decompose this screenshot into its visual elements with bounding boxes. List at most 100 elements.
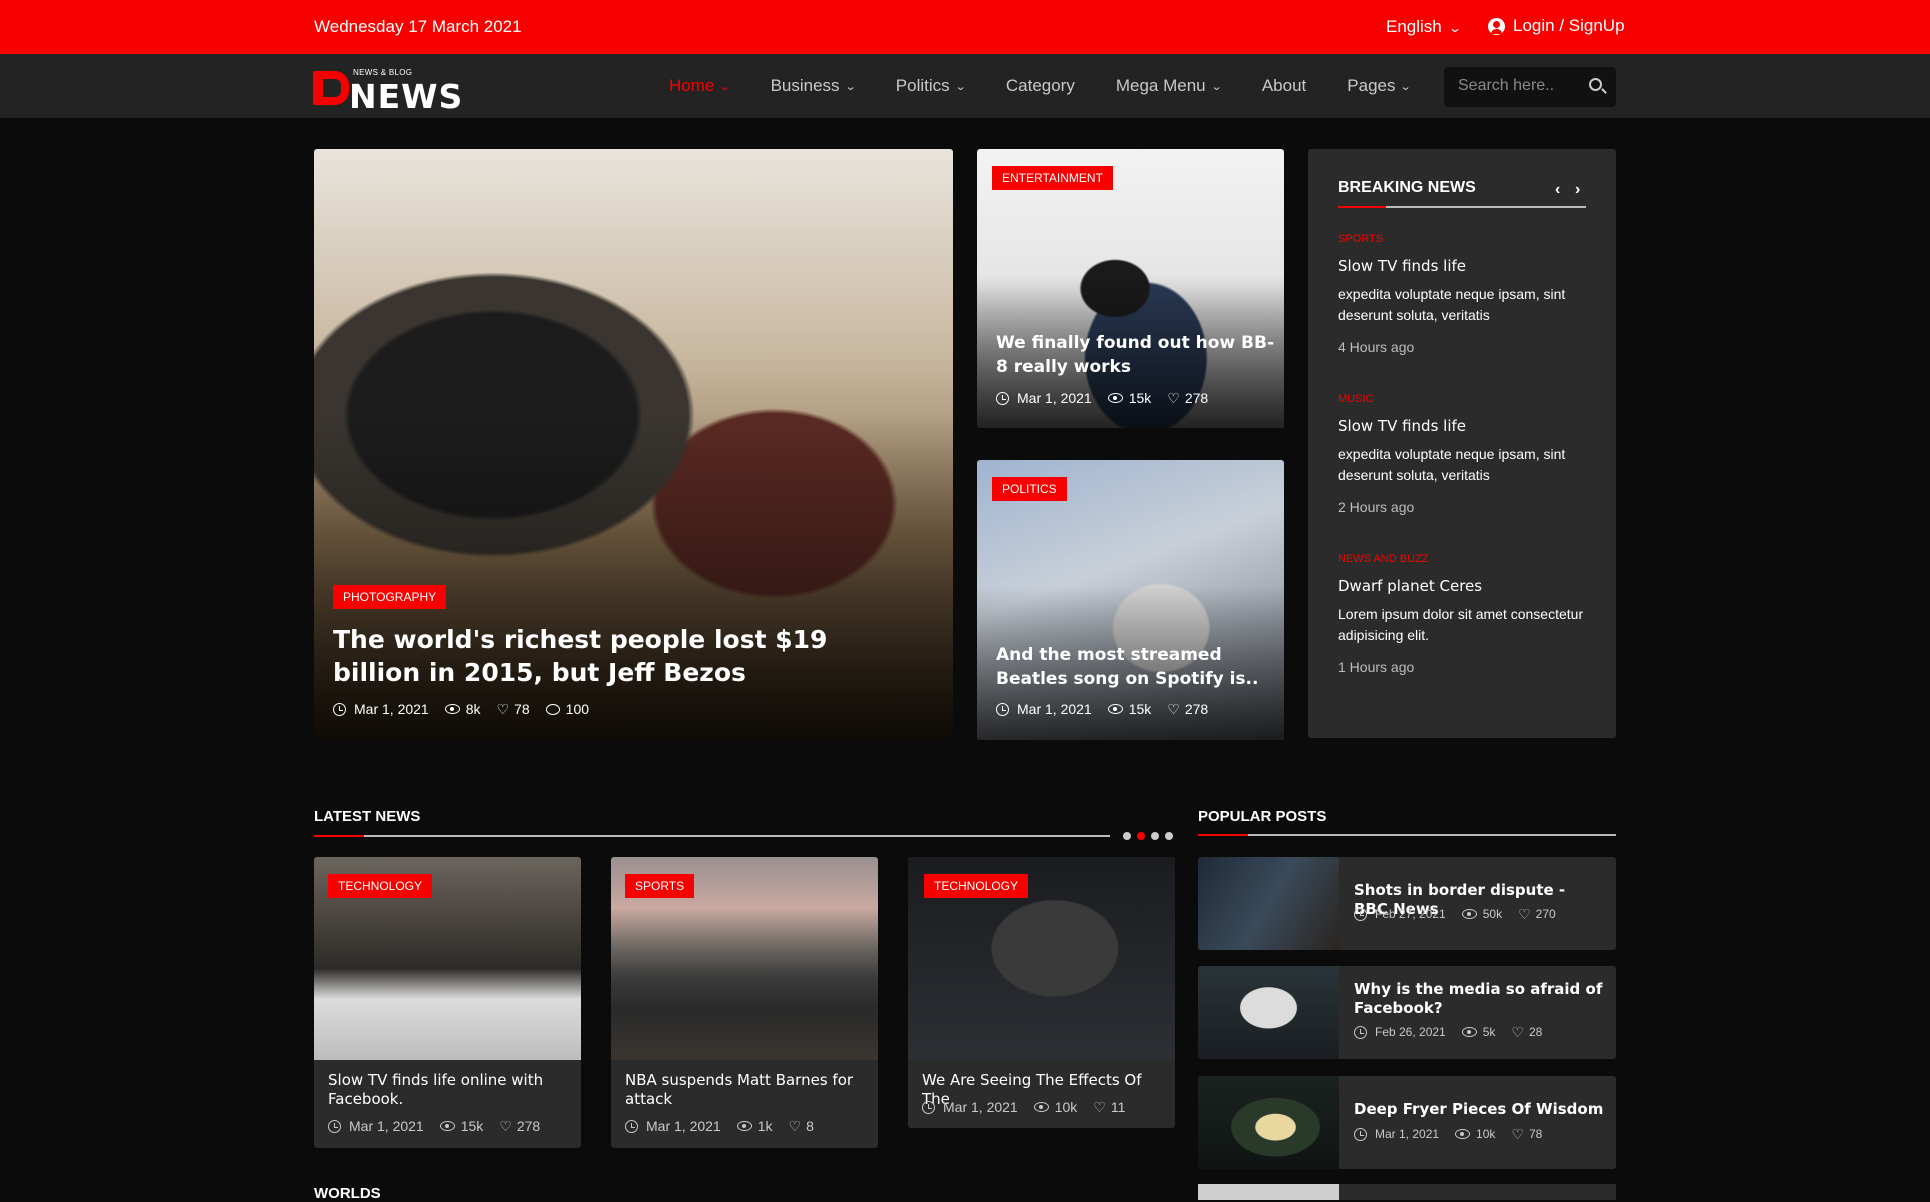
popular-post-item[interactable]: [1339, 1184, 1616, 1200]
popular-post-title[interactable]: Deep Fryer Pieces Of Wisdom: [1354, 1100, 1604, 1119]
date-text: Mar 1, 2021: [1017, 390, 1092, 406]
nav-item-home[interactable]: Home ⌄: [669, 76, 731, 96]
post-comments: 100: [545, 701, 590, 717]
post-views: 1k: [736, 1118, 773, 1134]
category-badge[interactable]: ENTERTAINMENT: [992, 166, 1113, 190]
nav-item-pages[interactable]: Pages ⌄: [1347, 76, 1412, 96]
popular-post-item[interactable]: Why is the media so afraid of Facebook? …: [1198, 966, 1616, 1059]
popular-post-item[interactable]: Deep Fryer Pieces Of Wisdom Mar 1, 2021 …: [1198, 1076, 1616, 1169]
breaking-item[interactable]: MUSIC Slow TV finds life expedita volupt…: [1338, 393, 1588, 515]
chevron-left-icon[interactable]: ‹: [1555, 181, 1560, 199]
views-text: 15k: [1128, 701, 1152, 717]
date-text: Mar 1, 2021: [354, 701, 429, 717]
nav-item-politics[interactable]: Politics ⌄: [895, 76, 967, 96]
language-selector[interactable]: English ⌄: [1386, 17, 1462, 37]
post-meta: Mar 1, 2021 8k ♡ 78 100: [333, 701, 601, 717]
card-title[interactable]: NBA suspends Matt Barnes for attack: [625, 1071, 865, 1109]
post-thumbnail[interactable]: [1198, 966, 1339, 1059]
nav-menu: Home ⌄ Business ⌄ Politics ⌄ Category Mega …: [669, 76, 1452, 96]
search-box: [1444, 67, 1616, 107]
category-badge[interactable]: TECHNOLOGY: [328, 874, 433, 898]
nav-label: Politics: [895, 76, 950, 95]
breaking-category[interactable]: MUSIC: [1338, 393, 1588, 405]
carousel-dot-active[interactable]: [1137, 832, 1145, 840]
breaking-item[interactable]: NEWS AND BUZZ Dwarf planet Ceres Lorem i…: [1338, 553, 1588, 675]
post-likes: ♡ 278: [1167, 390, 1208, 406]
eye-icon: [736, 1121, 752, 1131]
hero-main-title[interactable]: The world's richest people lost $19 bill…: [333, 623, 893, 689]
date-text: Mar 1, 2021: [1017, 701, 1092, 717]
login-signup-link[interactable]: Login / SignUp: [1488, 16, 1625, 36]
card-title[interactable]: And the most streamed Beatles song on Sp…: [996, 643, 1281, 691]
clock-icon: [1354, 1025, 1367, 1039]
hero-side-card[interactable]: POLITICS And the most streamed Beatles s…: [977, 460, 1284, 740]
nav-label: Mega Menu: [1115, 76, 1206, 95]
post-meta: Mar 1, 2021 1k ♡ 8: [625, 1118, 826, 1134]
nav-item-category[interactable]: Category: [1006, 76, 1075, 96]
carousel-dot[interactable]: [1165, 832, 1173, 840]
breaking-category[interactable]: SPORTS: [1338, 233, 1588, 245]
post-date: Mar 1, 2021: [922, 1099, 1018, 1115]
post-thumbnail[interactable]: [1198, 857, 1339, 950]
heart-icon: ♡: [1518, 906, 1531, 922]
search-icon[interactable]: [1589, 78, 1602, 91]
nav-item-about[interactable]: About: [1262, 76, 1306, 96]
logo-word: NEWS: [349, 77, 464, 116]
post-thumbnail[interactable]: [1198, 1076, 1339, 1169]
breaking-category[interactable]: NEWS AND BUZZ: [1338, 553, 1588, 565]
views-text: 15k: [1128, 390, 1152, 406]
comments-text: 100: [565, 701, 590, 717]
latest-news-card[interactable]: TECHNOLOGY Slow TV finds life online wit…: [314, 857, 581, 1148]
nav-item-business[interactable]: Business ⌄: [771, 76, 857, 96]
popular-posts-heading: POPULAR POSTS: [1198, 808, 1327, 825]
breaking-time: 1 Hours ago: [1338, 659, 1415, 675]
latest-news-card[interactable]: TECHNOLOGY We Are Seeing The Effects Of …: [908, 857, 1175, 1128]
search-input[interactable]: [1458, 77, 1578, 95]
post-meta: Feb 26, 2021 5k ♡ 28: [1354, 1025, 1554, 1039]
comment-icon: [545, 703, 560, 715]
category-badge[interactable]: POLITICS: [992, 477, 1067, 501]
popular-post-item[interactable]: Shots in border dispute - BBC News Feb 2…: [1198, 857, 1616, 950]
card-title[interactable]: Slow TV finds life online with Facebook.: [328, 1071, 568, 1109]
image-overlay: [314, 414, 953, 740]
carousel-dots[interactable]: [1123, 832, 1173, 840]
post-date: Mar 1, 2021: [333, 701, 429, 717]
views-text: 5k: [1482, 1025, 1496, 1039]
site-logo[interactable]: NEWS & BLOG NEWS: [313, 68, 473, 116]
card-title[interactable]: We finally found out how BB-8 really wor…: [996, 331, 1276, 379]
latest-news-card[interactable]: SPORTS NBA suspends Matt Barnes for atta…: [611, 857, 878, 1148]
breaking-title[interactable]: Slow TV finds life: [1338, 417, 1588, 435]
worlds-heading: WORLDS: [314, 1185, 381, 1202]
carousel-dot[interactable]: [1123, 832, 1131, 840]
chevron-down-icon: ⌄: [954, 80, 967, 93]
post-date: Mar 1, 2021: [328, 1118, 424, 1134]
post-meta: Mar 1, 2021 15k ♡ 278: [996, 390, 1220, 406]
clock-icon: [922, 1100, 935, 1114]
eye-icon: [1033, 1102, 1049, 1112]
post-likes: ♡ 78: [1511, 1127, 1542, 1141]
views-text: 15k: [460, 1118, 484, 1134]
category-badge[interactable]: SPORTS: [625, 874, 695, 898]
category-badge[interactable]: PHOTOGRAPHY: [333, 585, 447, 609]
hero-main-card[interactable]: PHOTOGRAPHY The world's richest people l…: [314, 149, 953, 740]
breaking-title[interactable]: Slow TV finds life: [1338, 257, 1588, 275]
post-views: 5k: [1461, 1025, 1496, 1039]
carousel-dot[interactable]: [1151, 832, 1159, 840]
chevron-right-icon[interactable]: ›: [1575, 181, 1580, 199]
breaking-title[interactable]: Dwarf planet Ceres: [1338, 577, 1588, 595]
popular-post-title[interactable]: Why is the media so afraid of Facebook?: [1354, 980, 1604, 1018]
likes-text: 278: [516, 1118, 541, 1134]
post-thumbnail[interactable]: [1198, 1184, 1339, 1200]
likes-text: 78: [514, 701, 530, 717]
views-text: 50k: [1482, 907, 1503, 921]
user-icon: [1488, 17, 1505, 35]
eye-icon: [1107, 393, 1123, 403]
breaking-item[interactable]: SPORTS Slow TV finds life expedita volup…: [1338, 233, 1588, 355]
nav-item-mega-menu[interactable]: Mega Menu ⌄: [1115, 76, 1222, 96]
language-label: English: [1386, 17, 1442, 36]
hero-side-card[interactable]: ENTERTAINMENT We finally found out how B…: [977, 149, 1284, 428]
top-bar: Wednesday 17 March 2021 English ⌄ Login /…: [0, 0, 1930, 54]
likes-text: 28: [1528, 1025, 1543, 1039]
category-badge[interactable]: TECHNOLOGY: [924, 874, 1029, 898]
eye-icon: [444, 704, 460, 714]
